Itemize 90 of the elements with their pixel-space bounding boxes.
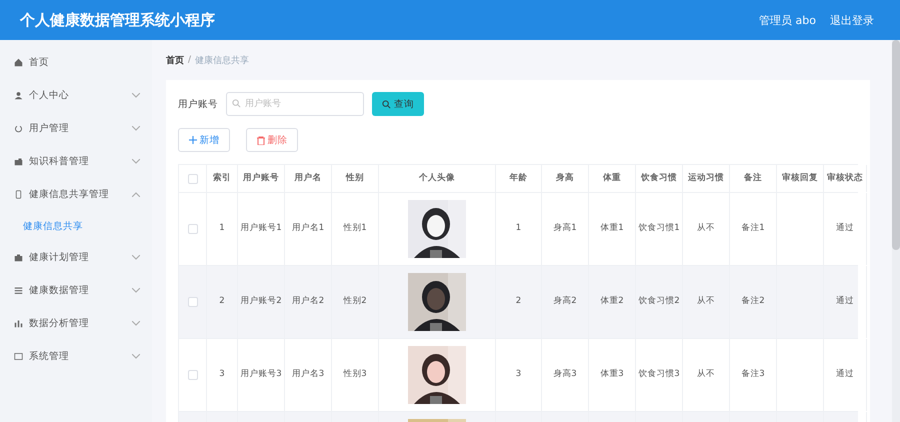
table-cell-text: 饮食习惯1 [638, 222, 680, 236]
column-header: 性别 [332, 165, 379, 192]
table-cell-text: 身高1 [553, 222, 577, 236]
chevron-icon [132, 159, 140, 164]
table-cell-text: 用户账号1 [240, 222, 282, 236]
column-header: 备注 [730, 165, 777, 192]
breadcrumb-item[interactable]: 首页 [166, 54, 184, 66]
table-cell-text: 用户名1 [292, 222, 324, 236]
table-cell-text: 1 [219, 222, 225, 236]
table-cell-text: 通过 [836, 222, 854, 236]
column-header: 用户名 [285, 165, 332, 192]
list-icon [14, 286, 23, 295]
sidebar-item[interactable]: 健康数据管理 [0, 274, 152, 307]
table-cell-text: 2 [516, 295, 522, 308]
home-icon [14, 58, 23, 67]
checkbox[interactable] [188, 174, 198, 184]
bar-chart-icon [14, 319, 23, 328]
app-title: 个人健康数据管理系统小程序 [20, 10, 216, 30]
table-cell-text: 用户名2 [292, 295, 324, 308]
table-cell-text: 身高2 [553, 295, 577, 308]
table-cell-text: 体重2 [600, 295, 624, 308]
table-cell-text: 备注2 [741, 295, 765, 308]
breadcrumb-item: 健康信息共享 [195, 54, 250, 66]
search-button[interactable]: 查询 [372, 92, 424, 116]
sidebar-item[interactable]: 健康信息共享管理 [0, 178, 152, 211]
column-header: 审核状态 [824, 165, 867, 192]
chevron-icon [132, 288, 140, 293]
table-cell-text: 饮食习惯2 [638, 295, 680, 308]
column-header: 饮食习惯 [636, 165, 683, 192]
table-cell-text: 备注1 [741, 222, 765, 236]
sidebar-item[interactable]: 健康计划管理 [0, 241, 152, 274]
sidebar-item[interactable]: 数据分析管理 [0, 307, 152, 340]
column-header: 个人头像 [379, 165, 496, 192]
sidebar-item[interactable]: 用户管理 [0, 112, 152, 145]
table-cell-text: 从不 [697, 222, 715, 236]
search-icon [232, 99, 241, 108]
chevron-icon [132, 192, 140, 197]
table-cell-text: 3 [219, 368, 225, 382]
sidebar-item[interactable]: 知识科普管理 [0, 145, 152, 178]
add-button[interactable]: 新增 [178, 128, 230, 152]
column-header: 索引 [207, 165, 238, 192]
column-header: 运动习惯 [683, 165, 730, 192]
chevron-icon [132, 255, 140, 260]
table-cell-text: 饮食习惯3 [638, 368, 680, 382]
briefcase-icon [14, 253, 23, 262]
column-header: 体重 [589, 165, 636, 192]
phone-icon [14, 190, 23, 199]
scrollbar[interactable] [892, 40, 900, 422]
trash-icon [256, 136, 264, 144]
table-cell-text: 1 [516, 222, 522, 236]
table-cell-text: 从不 [697, 368, 715, 382]
user-icon [14, 91, 23, 100]
table-cell-text: 备注3 [741, 368, 765, 382]
logout-link[interactable]: 退出登录 [830, 12, 874, 28]
table-cell-text: 从不 [697, 295, 715, 308]
breadcrumb-separator: / [188, 55, 192, 65]
search-icon [382, 100, 391, 108]
checkbox[interactable] [188, 224, 198, 234]
table-cell-text: 2 [219, 295, 225, 308]
column-header: 审核回复 [777, 165, 824, 192]
plus-icon [188, 136, 196, 144]
checkbox[interactable] [188, 370, 198, 380]
table-cell-text: 用户账号2 [240, 295, 282, 308]
checkbox[interactable] [188, 297, 198, 307]
table-cell-text: 性别3 [343, 368, 367, 382]
table-cell-text: 通过 [836, 368, 854, 382]
column-header: 年龄 [496, 165, 542, 192]
card-icon [14, 352, 23, 361]
chevron-icon [132, 354, 140, 359]
chevron-icon [132, 93, 140, 98]
sidebar-item[interactable]: 个人中心 [0, 79, 152, 112]
table-cell-text: 用户账号3 [240, 368, 282, 382]
table-cell-text: 身高3 [553, 368, 577, 382]
field-label: 用户账号 [178, 98, 218, 110]
table-cell-text: 通过 [836, 295, 854, 308]
table-cell-text: 3 [516, 368, 522, 382]
column-header: 身高 [542, 165, 589, 192]
table-cell-text: 用户名3 [292, 368, 324, 382]
table-cell-text: 体重3 [600, 368, 624, 382]
column-header: 用户账号 [238, 165, 285, 192]
power-icon [14, 124, 23, 133]
sidebar-item[interactable]: 系统管理 [0, 340, 152, 373]
table-cell-text: 性别1 [343, 222, 367, 236]
chevron-icon [132, 321, 140, 326]
table-cell-text: 性别2 [343, 295, 367, 308]
search-field[interactable]: 用户账号 [226, 92, 364, 116]
table-cell-text: 体重1 [600, 222, 624, 236]
chevron-icon [132, 126, 140, 131]
sidebar-item[interactable]: 首页 [0, 46, 152, 79]
admin-user: 管理员 abo [759, 12, 816, 28]
